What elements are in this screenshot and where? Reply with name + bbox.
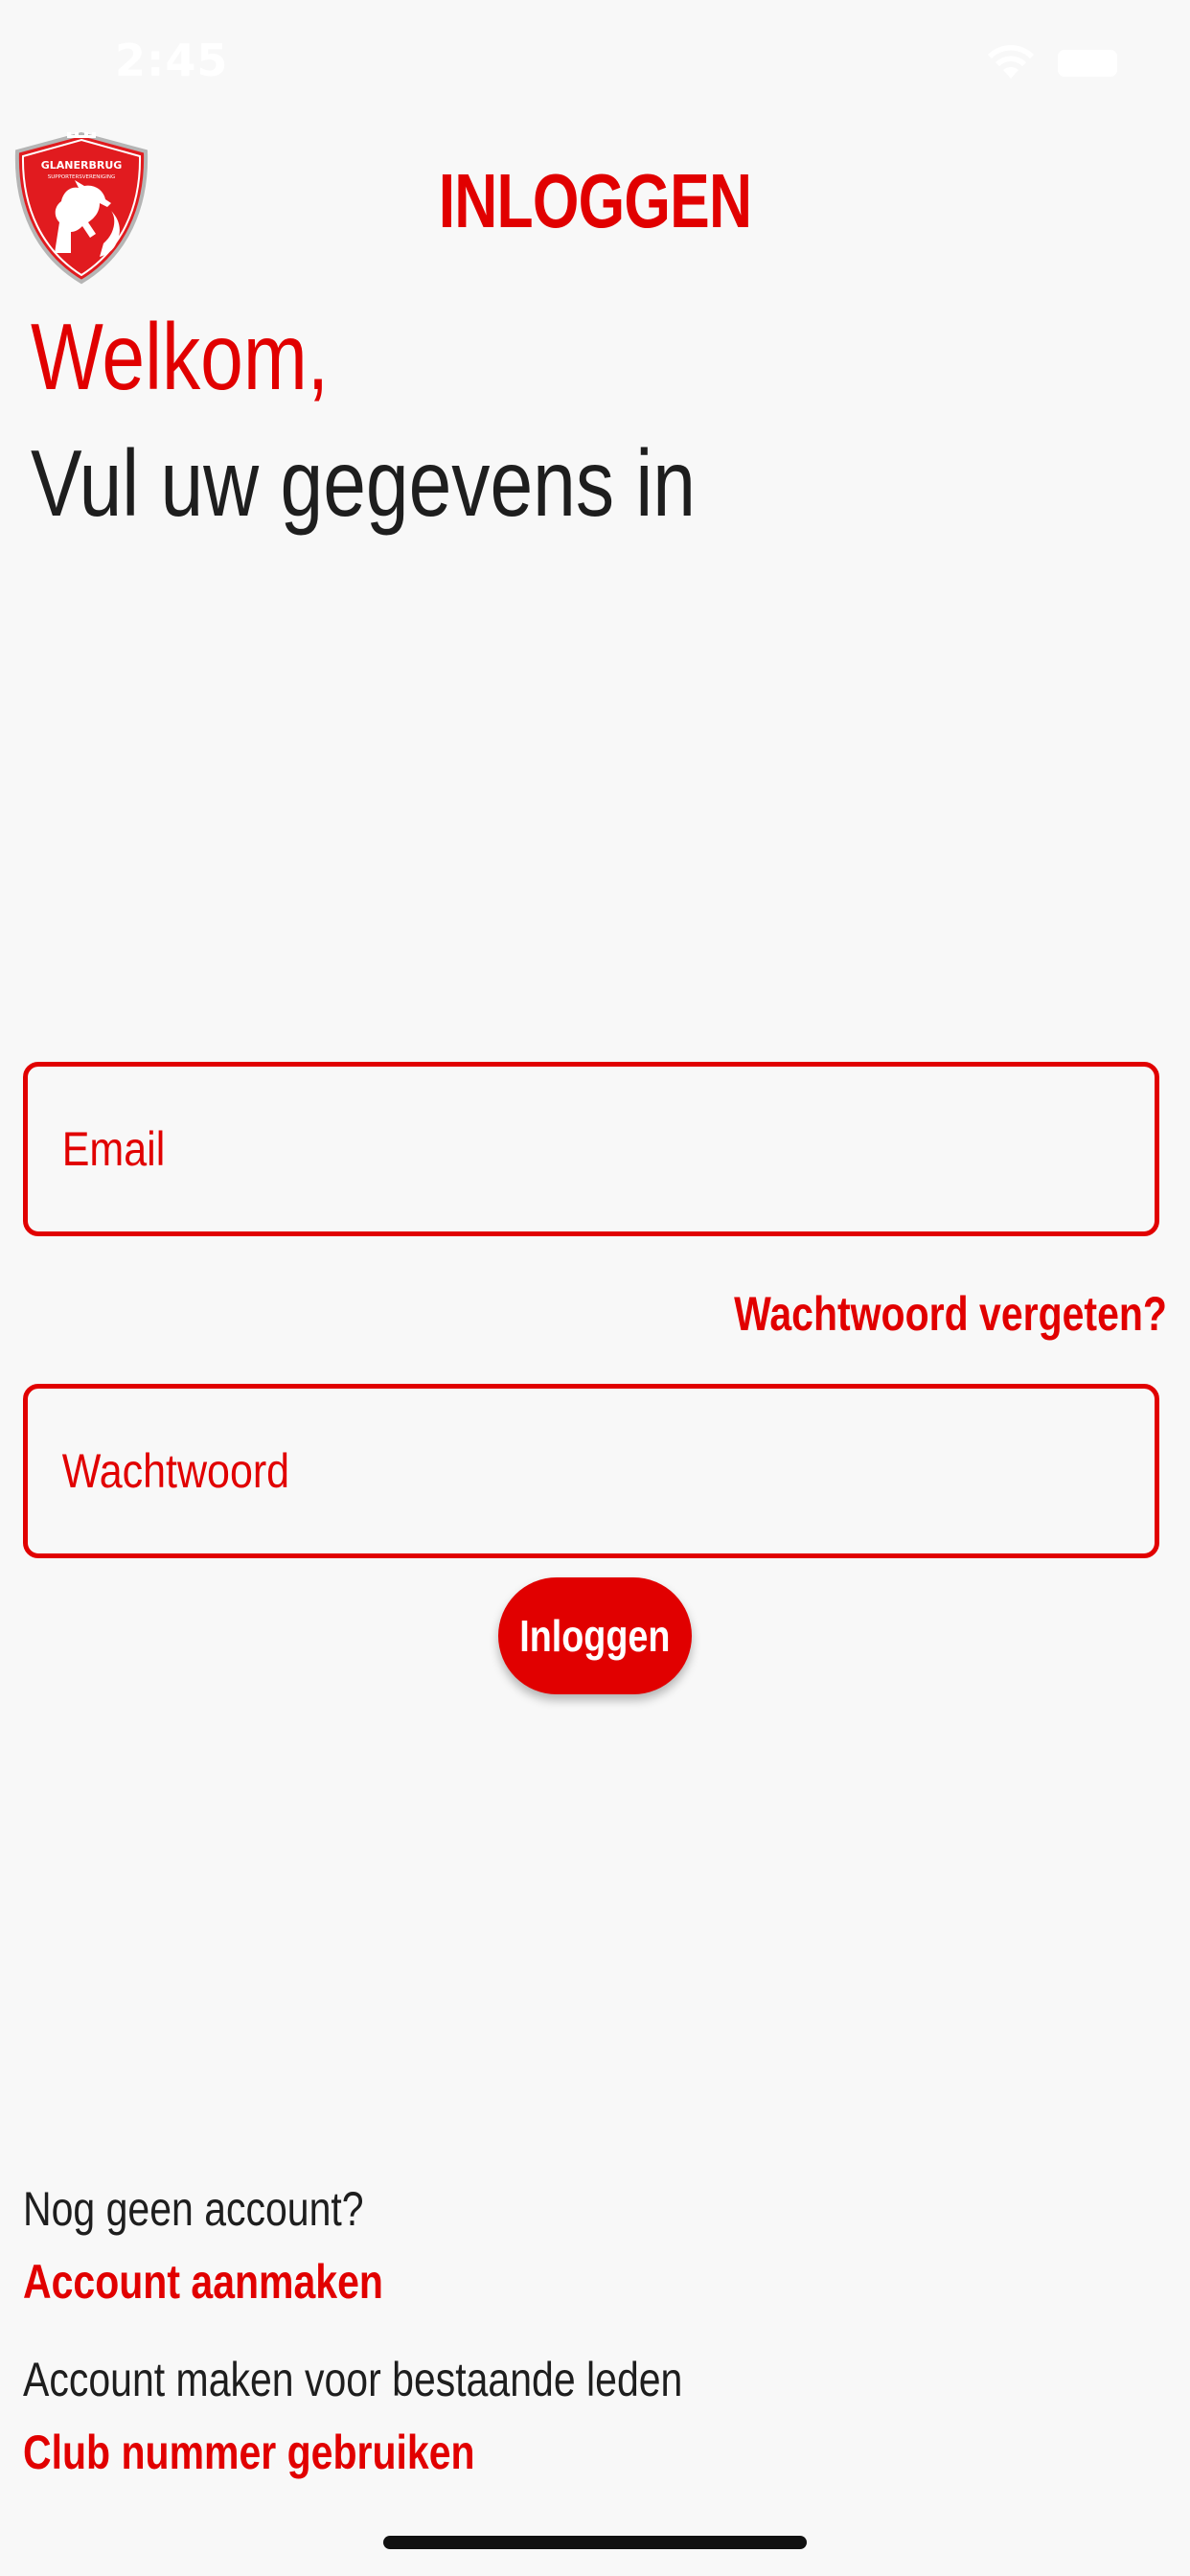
email-input[interactable] <box>60 1120 1002 1178</box>
club-number-link[interactable]: Club nummer gebruiken <box>23 2425 475 2480</box>
forgot-password-link[interactable]: Wachtwoord vergeten? <box>734 1286 1167 1342</box>
login-button[interactable]: Inloggen <box>498 1577 692 1694</box>
page-title: INLOGGEN <box>438 158 752 243</box>
password-input[interactable] <box>60 1442 1002 1500</box>
welcome-heading: Welkom, <box>31 304 330 409</box>
password-field[interactable] <box>23 1384 1159 1558</box>
logo-text-2: SUPPORTERSVERENIGING <box>48 174 116 180</box>
home-indicator[interactable] <box>383 2536 807 2549</box>
battery-icon <box>1058 50 1117 77</box>
status-time: 2:45 <box>115 34 229 86</box>
email-field[interactable] <box>23 1062 1159 1236</box>
welcome-subtitle: Vul uw gegevens in <box>31 430 696 536</box>
existing-members-text: Account maken voor bestaande leden <box>23 2353 683 2406</box>
create-account-link[interactable]: Account aanmaken <box>23 2254 383 2310</box>
login-button-label: Inloggen <box>519 1611 671 1661</box>
no-account-text: Nog geen account? <box>23 2182 364 2236</box>
status-bar: 2:45 <box>0 0 1190 125</box>
wifi-icon <box>987 44 1035 85</box>
logo-text-1: GLANERBRUG <box>41 159 123 172</box>
